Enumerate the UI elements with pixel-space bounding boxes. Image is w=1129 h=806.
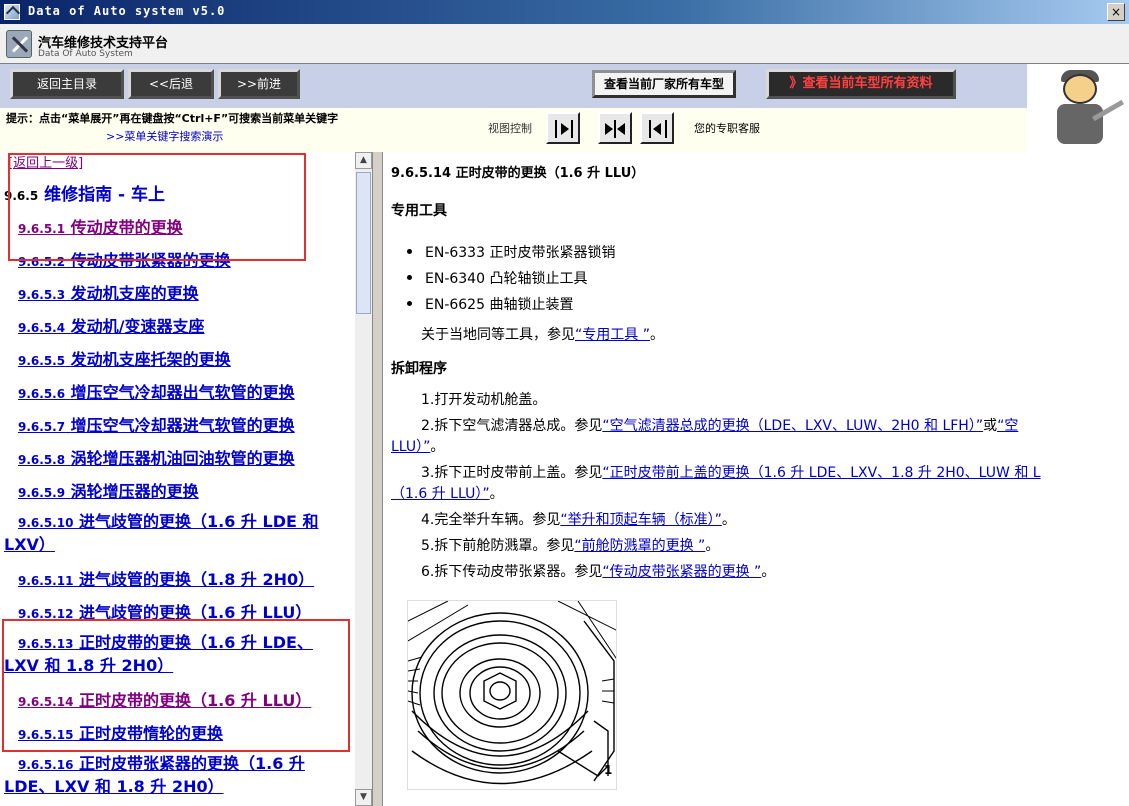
app-header: 汽车维修技术支持平台 Data Of Auto System [0, 24, 1129, 64]
air-cleaner-llu-link[interactable]: “空 [997, 418, 1018, 434]
menu-list: [返回上一级] 9.6.5 维修指南 - 车上 9.6.5.1 传动皮带的更换 … [0, 152, 355, 806]
close-button[interactable]: × [1107, 3, 1125, 21]
highlight-box-top [8, 153, 306, 261]
lift-vehicle-link[interactable]: “举升和顶起车辆（标准）” [560, 512, 722, 528]
mechanic-mascot-icon [1027, 64, 1129, 152]
figure-callout: 1 [604, 763, 612, 777]
menu-item[interactable]: 9.6.5.11 进气歧管的更换（1.8 升 2H0） [18, 566, 314, 590]
menu-item[interactable]: 9.6.5.4 发动机/变速器支座 [18, 313, 205, 337]
air-cleaner-link[interactable]: “空气滤清器总成的更换（LDE、LXV、LUW、2H0 和 LFH）” [602, 418, 983, 434]
belt-tensioner-link[interactable]: “传动皮带张紧器的更换 ” [602, 564, 761, 580]
scroll-down-icon[interactable]: ▼ [355, 789, 372, 806]
expand-left-button[interactable] [640, 112, 674, 144]
view-control-label: 视图控制 [488, 122, 532, 135]
customer-service-text: 您的专职客服 [694, 122, 760, 135]
step-3-cont: （1.6 升 LLU）”。 [391, 486, 504, 502]
back-to-main-button[interactable]: 返回主目录 [10, 69, 124, 99]
back-button[interactable]: <<后退 [128, 69, 214, 99]
scroll-up-icon[interactable]: ▲ [355, 152, 372, 169]
view-all-data-button[interactable]: 》查看当前车型所有资料 [766, 69, 956, 99]
highlight-box-bottom [2, 619, 350, 752]
step-1: 1.打开发动机舱盖。 [421, 392, 547, 408]
content-pane: 9.6.5.14 正时皮带的更换（1.6 升 LLU） 专用工具 EN-6333… [382, 152, 1129, 806]
step-2: 2.拆下空气滤清器总成。参见“空气滤清器总成的更换（LDE、LXV、LUW、2H… [421, 418, 1019, 434]
menu-pane: [返回上一级] 9.6.5 维修指南 - 车上 9.6.5.1 传动皮带的更换 … [0, 152, 373, 806]
tool-item: EN-6625 曲轴锁止装置 [407, 294, 573, 314]
step-5: 5.拆下前舱防溅罩。参见“前舱防溅罩的更换 ”。 [421, 538, 720, 554]
tools-logo-icon [6, 30, 32, 58]
view-maker-models-button[interactable]: 查看当前厂家所有车型 [592, 70, 736, 98]
pane-splitter[interactable] [373, 152, 382, 806]
splash-shield-link[interactable]: “前舱防溅罩的更换 ” [574, 538, 705, 554]
window-title: Data of Auto system v5.0 [28, 4, 226, 18]
step-4: 4.完全举升车辆。参见“举升和顶起车辆（标准）”。 [421, 512, 736, 528]
search-tip: 提示：点击“菜单展开”再在键盘按“Ctrl+F”可搜索当前菜单关键字 [6, 112, 339, 125]
page-title: 9.6.5.14 正时皮带的更换（1.6 升 LLU） [391, 166, 645, 181]
crankshaft-pulley-illustration: 1 [407, 600, 617, 790]
tools-heading: 专用工具 [391, 203, 447, 219]
split-view-button[interactable] [598, 112, 632, 144]
tool-item: EN-6340 凸轮轴锁止工具 [407, 268, 587, 288]
step-6: 6.拆下传动皮带张紧器。参见“传动皮带张紧器的更换 ”。 [421, 564, 776, 580]
menu-item[interactable]: 9.6.5.3 发动机支座的更换 [18, 280, 199, 304]
step-2-cont: LLU）”。 [391, 439, 445, 455]
menu-item[interactable]: 9.6.5.10 进气歧管的更换（1.6 升 LDE 和 LXV） [4, 511, 344, 556]
menu-item[interactable]: 9.6.5.9 涡轮增压器的更换 [18, 478, 199, 502]
special-tools-link[interactable]: “专用工具 ” [575, 327, 650, 343]
scroll-thumb[interactable] [356, 172, 371, 314]
expand-right-button[interactable] [546, 112, 580, 144]
forward-button[interactable]: >>前进 [218, 69, 300, 99]
menu-item[interactable]: 9.6.5.16 正时皮带张紧器的更换（1.6 升 LDE、LXV 和 1.8 … [4, 753, 344, 798]
menu-item[interactable]: 9.6.5.6 增压空气冷却器出气软管的更换 [18, 379, 295, 403]
tip-bar: 提示：点击“菜单展开”再在键盘按“Ctrl+F”可搜索当前菜单关键字 >>菜单关… [0, 108, 1027, 152]
toolbar: 返回主目录 <<后退 >>前进 查看当前厂家所有车型 》查看当前车型所有资料 [0, 64, 1027, 108]
step-3: 3.拆下正时皮带前上盖。参见“正时皮带前上盖的更换（1.6 升 LDE、LXV、… [421, 465, 1041, 481]
front-upper-cover-link[interactable]: “正时皮带前上盖的更换（1.6 升 LDE、LXV、1.8 升 2H0、LUW … [602, 465, 1040, 481]
menu-item[interactable]: 9.6.5.7 增压空气冷却器进气软管的更换 [18, 412, 295, 436]
app-subtitle: Data Of Auto System [38, 49, 133, 59]
menu-scrollbar[interactable]: ▲ ▼ [355, 152, 372, 806]
app-window: Data of Auto system v5.0 × 汽车维修技术支持平台 Da… [0, 0, 1129, 806]
search-demo-link[interactable]: >>菜单关键字搜索演示 [106, 128, 223, 144]
procedure-heading: 拆卸程序 [391, 361, 447, 377]
equivalent-tools-note: 关于当地同等工具，参见“专用工具 ”。 [421, 327, 664, 343]
menu-item[interactable]: 9.6.5.8 涡轮增压器机油回油软管的更换 [18, 445, 295, 469]
title-bar: Data of Auto system v5.0 × [0, 0, 1129, 24]
tool-item: EN-6333 正时皮带张紧器锁销 [407, 242, 615, 262]
app-icon [4, 4, 20, 20]
menu-item[interactable]: 9.6.5.5 发动机支座托架的更换 [18, 346, 231, 370]
